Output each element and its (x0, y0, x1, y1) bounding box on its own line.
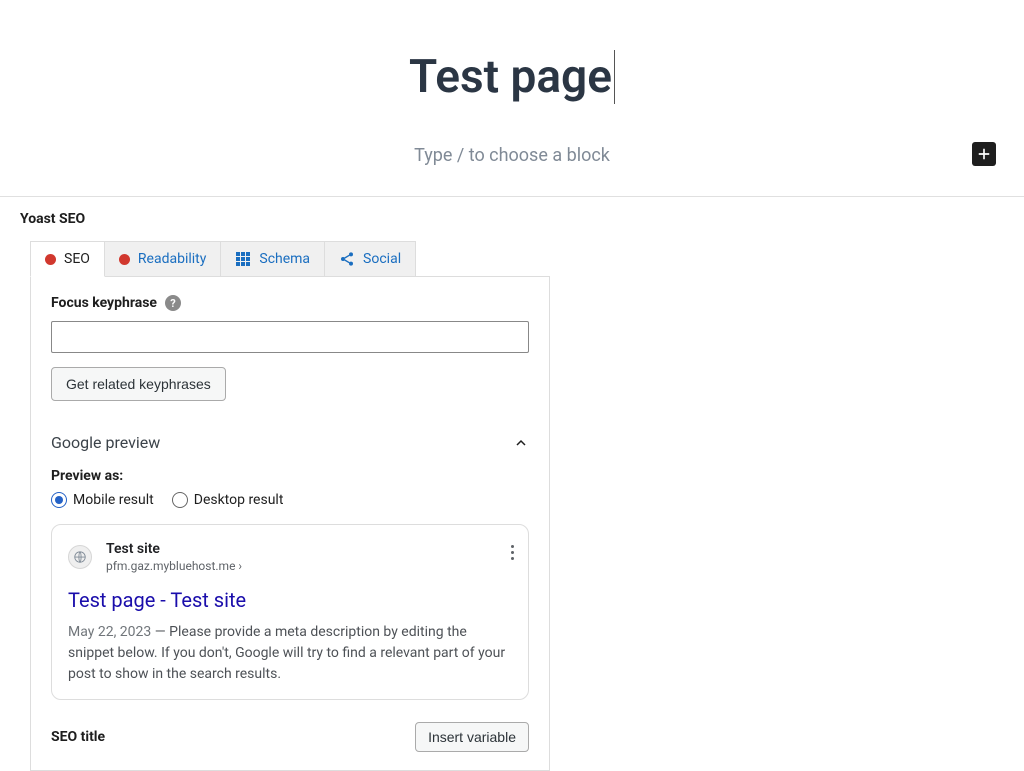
plus-icon (975, 145, 993, 163)
globe-icon (73, 550, 87, 564)
snippet-date: May 22, 2023 (68, 624, 151, 640)
yoast-panel: Yoast SEO SEO Readability Schema Social (0, 197, 1024, 771)
insert-variable-button[interactable]: Insert variable (415, 722, 529, 752)
preview-mobile-label: Mobile result (73, 492, 154, 508)
focus-keyphrase-label: Focus keyphrase (51, 295, 157, 311)
seo-score-dot-icon (45, 254, 56, 265)
block-placeholder[interactable]: Type / to choose a block (0, 145, 1024, 166)
preview-as-label: Preview as: (51, 468, 529, 484)
tab-readability-label: Readability (138, 251, 206, 267)
tab-seo[interactable]: SEO (30, 241, 105, 277)
snippet-more-button[interactable] (511, 545, 514, 560)
focus-keyphrase-row: Focus keyphrase ? (51, 295, 529, 311)
snippet-description: May 22, 2023 — Please provide a meta des… (68, 622, 512, 685)
favicon-placeholder (68, 545, 92, 569)
tab-social-label: Social (363, 251, 401, 267)
tab-schema[interactable]: Schema (221, 241, 325, 277)
get-related-keyphrases-button[interactable]: Get related keyphrases (51, 367, 226, 401)
preview-desktop-option[interactable]: Desktop result (172, 492, 284, 508)
page-title-text: Test page (409, 50, 615, 104)
tab-readability[interactable]: Readability (105, 241, 221, 277)
radio-unchecked-icon (172, 492, 188, 508)
tab-social[interactable]: Social (325, 241, 416, 277)
yoast-panel-title: Yoast SEO (20, 211, 1004, 227)
snippet-title[interactable]: Test page - Test site (68, 588, 512, 612)
readability-score-dot-icon (119, 254, 130, 265)
tab-seo-label: SEO (64, 251, 90, 267)
snippet-desc-separator: — (155, 624, 169, 640)
help-icon[interactable]: ? (165, 295, 181, 311)
radio-checked-icon (51, 492, 67, 508)
preview-mobile-option[interactable]: Mobile result (51, 492, 154, 508)
google-preview-header[interactable]: Google preview (51, 427, 529, 458)
seo-title-label: SEO title (51, 729, 105, 745)
snippet-site-meta: Test site pfm.gaz.mybluehost.me › (106, 541, 242, 574)
snippet-site-url: pfm.gaz.mybluehost.me › (106, 559, 242, 574)
snippet-site-name: Test site (106, 541, 242, 559)
page-title[interactable]: Test page (0, 50, 1024, 105)
snippet-preview-card: Test site pfm.gaz.mybluehost.me › Test p… (51, 524, 529, 700)
grid-icon (235, 251, 251, 267)
tab-body-seo: Focus keyphrase ? Get related keyphrases… (30, 276, 550, 771)
share-icon (339, 251, 355, 267)
focus-keyphrase-input[interactable] (51, 321, 529, 353)
preview-as-options: Mobile result Desktop result (51, 492, 529, 508)
seo-title-row: SEO title Insert variable (51, 722, 529, 752)
google-preview-label: Google preview (51, 433, 160, 452)
add-block-button[interactable] (972, 142, 996, 166)
tab-schema-label: Schema (259, 251, 310, 267)
editor-area: Test page Type / to choose a block (0, 0, 1024, 197)
snippet-header: Test site pfm.gaz.mybluehost.me › (68, 541, 512, 574)
yoast-tabs: SEO Readability Schema Social (30, 241, 1004, 277)
chevron-up-icon (513, 435, 529, 451)
google-preview-body: Preview as: Mobile result Desktop result (51, 468, 529, 752)
preview-desktop-label: Desktop result (194, 492, 284, 508)
